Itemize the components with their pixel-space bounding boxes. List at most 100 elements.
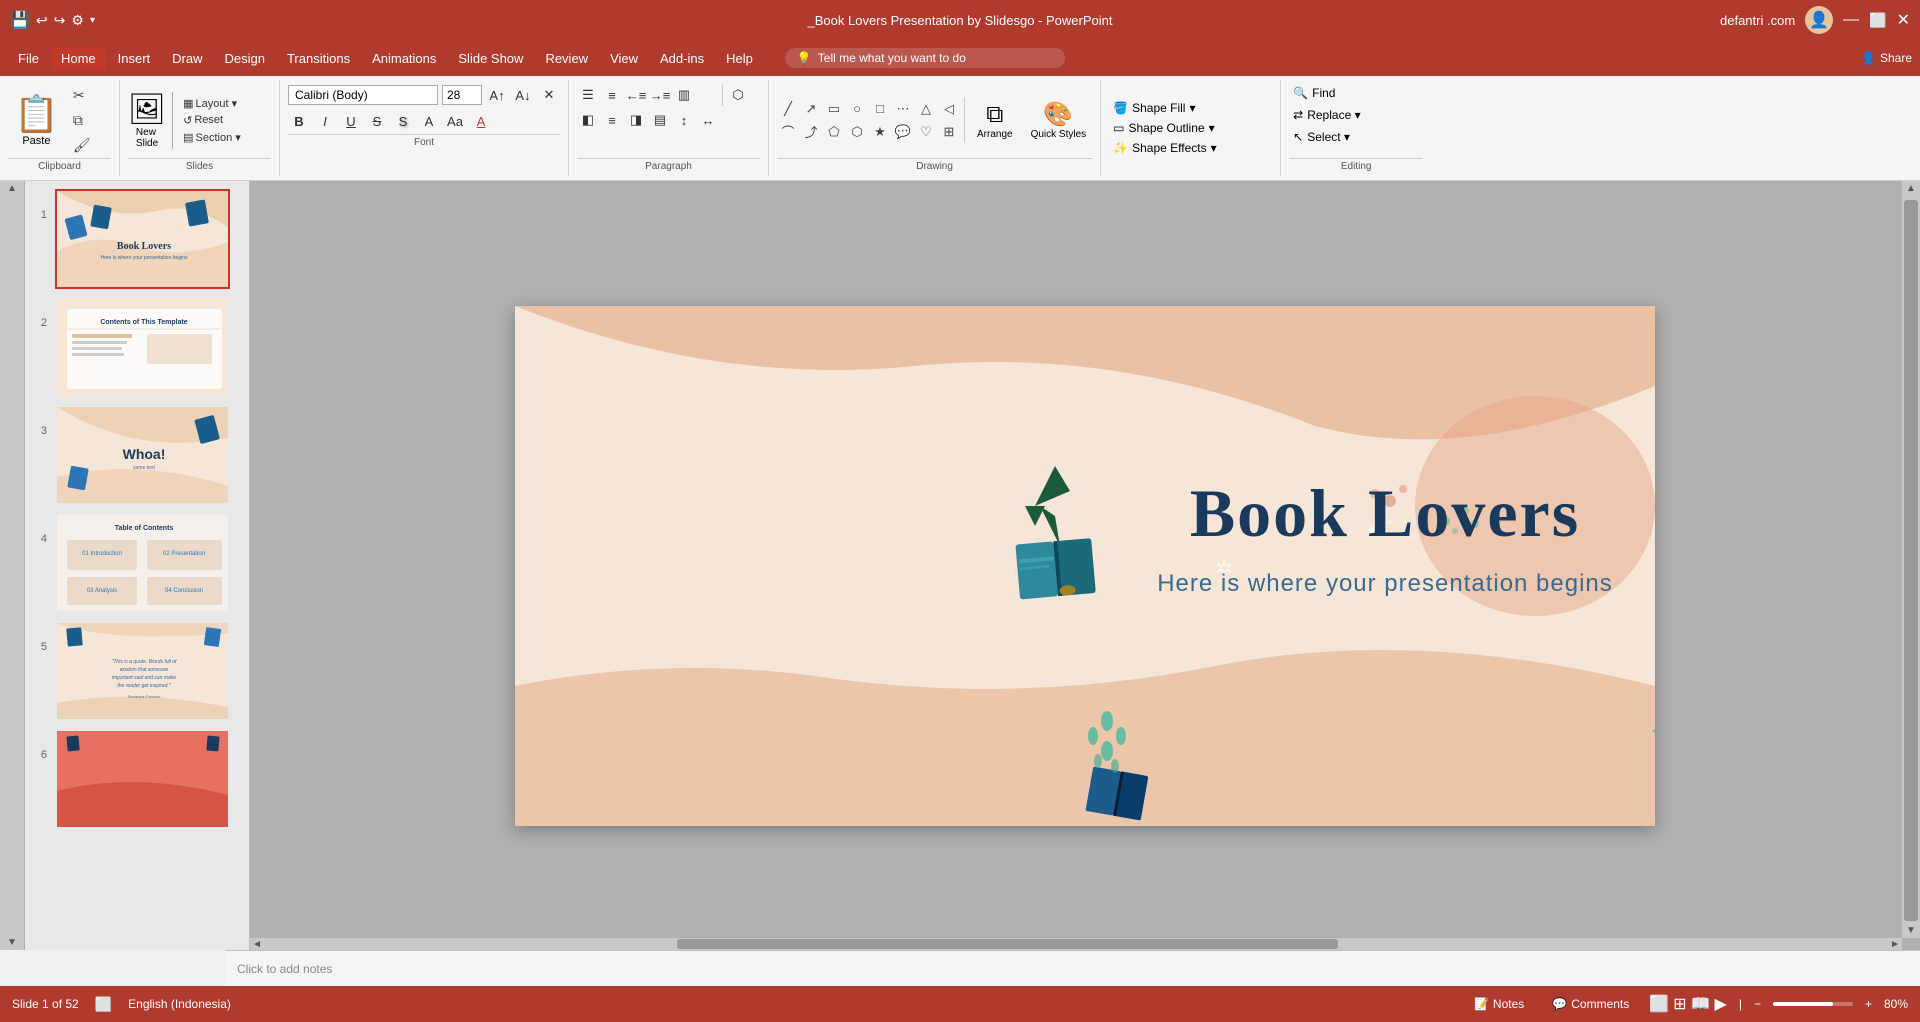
menu-design[interactable]: Design bbox=[215, 47, 275, 70]
layout-button[interactable]: ▦ Layout ▾ bbox=[179, 96, 245, 111]
vertical-scrollbar[interactable]: ▲ ▼ bbox=[1902, 181, 1920, 938]
slide-thumb-4[interactable]: Table of Contents 01 Introduction 02 Pre… bbox=[55, 513, 230, 613]
italic-button[interactable]: I bbox=[314, 110, 336, 132]
shape-rect[interactable]: ▭ bbox=[823, 98, 845, 120]
shape-expand[interactable]: ⊞ bbox=[938, 121, 960, 143]
columns-button[interactable]: ▥ bbox=[673, 84, 695, 106]
shape-star[interactable]: ★ bbox=[869, 121, 891, 143]
slide-thumb-1[interactable]: Book Lovers Here is where your presentat… bbox=[55, 189, 230, 289]
bold-button[interactable]: B bbox=[288, 110, 310, 132]
slide-thumb-5[interactable]: "This is a quote. Words full of wisdom t… bbox=[55, 621, 230, 721]
shape-arrow[interactable]: ↗ bbox=[800, 98, 822, 120]
menu-review[interactable]: Review bbox=[535, 47, 598, 70]
share-button[interactable]: 👤 Share bbox=[1861, 51, 1912, 65]
menu-view[interactable]: View bbox=[600, 47, 648, 70]
menu-file[interactable]: File bbox=[8, 47, 49, 70]
shape-tri2[interactable]: ◁ bbox=[938, 98, 960, 120]
close-button[interactable]: ✕ bbox=[1897, 10, 1910, 30]
shape-pentagon[interactable]: ⬠ bbox=[823, 121, 845, 143]
reset-button[interactable]: ↺ Reset bbox=[179, 113, 245, 128]
shape-circle[interactable]: ○ bbox=[846, 98, 868, 120]
redo-icon[interactable]: ↪ bbox=[54, 12, 66, 29]
text-direction-button[interactable]: ↔ bbox=[697, 109, 719, 131]
font-color-button[interactable]: A bbox=[470, 110, 492, 132]
save-icon[interactable]: 💾 bbox=[10, 10, 30, 30]
notes-button[interactable]: 📝 Notes bbox=[1466, 995, 1532, 1013]
slide-thumb-3[interactable]: Whoa! some text bbox=[55, 405, 230, 505]
menu-home[interactable]: Home bbox=[51, 47, 106, 70]
slide-item-1[interactable]: 1 Book Lovers Here is where your present… bbox=[31, 189, 243, 289]
shape-square[interactable]: □ bbox=[869, 98, 891, 120]
shadow-button[interactable]: S bbox=[392, 110, 414, 132]
reading-view-button[interactable]: 📖 bbox=[1691, 994, 1711, 1014]
tell-me-bar[interactable]: 💡 Tell me what you want to do bbox=[785, 48, 1065, 68]
slide-item-6[interactable]: 6 bbox=[31, 729, 243, 829]
zoom-in-button[interactable]: + bbox=[1865, 997, 1872, 1011]
shape-callout[interactable]: 💬 bbox=[892, 121, 914, 143]
shape-fill-dropdown-icon[interactable]: ▾ bbox=[1189, 101, 1195, 115]
scroll-down-icon[interactable]: ▼ bbox=[7, 937, 17, 948]
menu-slideshow[interactable]: Slide Show bbox=[448, 47, 533, 70]
select-button[interactable]: ↖ Select ▾ bbox=[1289, 128, 1423, 146]
shape-hexagon[interactable]: ⬡ bbox=[846, 121, 868, 143]
slideshow-button[interactable]: ▶ bbox=[1715, 994, 1727, 1014]
clear-format-button[interactable]: ✕ bbox=[538, 84, 560, 106]
menu-addins[interactable]: Add-ins bbox=[650, 47, 714, 70]
scroll-up-arrow[interactable]: ▲ bbox=[1904, 181, 1918, 196]
slide-item-4[interactable]: 4 Table of Contents 01 Introduction 02 P… bbox=[31, 513, 243, 613]
shape-effects-dropdown-icon[interactable]: ▾ bbox=[1211, 141, 1217, 155]
font-name-input[interactable] bbox=[288, 85, 438, 105]
scroll-down-arrow[interactable]: ▼ bbox=[1904, 923, 1918, 938]
new-slide-button[interactable]: 🖼 NewSlide bbox=[128, 92, 173, 149]
horizontal-scrollbar[interactable]: ◄ ► bbox=[250, 938, 1902, 950]
align-center-button[interactable]: ≡ bbox=[601, 109, 623, 131]
section-button[interactable]: ▤ Section ▾ bbox=[179, 130, 245, 145]
scroll-up-icon[interactable]: ▲ bbox=[7, 183, 17, 194]
arrange-button[interactable]: ⧉ Arrange bbox=[969, 99, 1021, 142]
minimize-button[interactable]: — bbox=[1843, 11, 1859, 29]
bullets-button[interactable]: ☰ bbox=[577, 84, 599, 106]
slide-item-2[interactable]: 2 Contents of This Template bbox=[31, 297, 243, 397]
shape-curve[interactable]: ⌒ bbox=[777, 121, 799, 143]
paste-button[interactable]: 📋 Paste bbox=[8, 91, 65, 149]
slide-sorter-button[interactable]: ⊞ bbox=[1673, 994, 1686, 1014]
align-left-button[interactable]: ◧ bbox=[577, 109, 599, 131]
zoom-slider[interactable] bbox=[1773, 1002, 1853, 1006]
increase-indent-button[interactable]: →≡ bbox=[649, 84, 671, 106]
align-right-button[interactable]: ◨ bbox=[625, 109, 647, 131]
justify-button[interactable]: ▤ bbox=[649, 109, 671, 131]
shape-more[interactable]: ⋯ bbox=[892, 98, 914, 120]
shape-effects-button[interactable]: ✨ Shape Effects ▾ bbox=[1109, 138, 1272, 158]
case-changer-button[interactable]: Aa bbox=[444, 110, 466, 132]
underline-button[interactable]: U bbox=[340, 110, 362, 132]
slide-item-3[interactable]: 3 Whoa! some text bbox=[31, 405, 243, 505]
menu-help[interactable]: Help bbox=[716, 47, 763, 70]
accessibility-icon[interactable]: ⬜ bbox=[95, 996, 112, 1013]
menu-draw[interactable]: Draw bbox=[162, 47, 212, 70]
cut-button[interactable]: ✂ bbox=[69, 85, 95, 106]
shape-line[interactable]: ╱ bbox=[777, 98, 799, 120]
strikethrough-button[interactable]: S bbox=[366, 110, 388, 132]
menu-animations[interactable]: Animations bbox=[362, 47, 446, 70]
line-spacing-button[interactable]: ↕ bbox=[673, 109, 695, 131]
restore-button[interactable]: ⬜ bbox=[1869, 12, 1886, 29]
zoom-level[interactable]: 80% bbox=[1884, 997, 1908, 1011]
zoom-out-button[interactable]: − bbox=[1754, 997, 1761, 1011]
normal-view-button[interactable]: ⬜ bbox=[1649, 994, 1669, 1014]
find-button[interactable]: 🔍 Find bbox=[1289, 84, 1423, 102]
decrease-font-button[interactable]: A↓ bbox=[512, 84, 534, 106]
shape-outline-button[interactable]: ▭ Shape Outline ▾ bbox=[1109, 118, 1272, 138]
decrease-indent-button[interactable]: ←≡ bbox=[625, 84, 647, 106]
slide-item-5[interactable]: 5 "This is a quote. Words full of wisdom… bbox=[31, 621, 243, 721]
char-spacing-button[interactable]: A bbox=[418, 110, 440, 132]
comments-button[interactable]: 💬 Comments bbox=[1544, 995, 1637, 1013]
shape-connector[interactable]: ⤴ bbox=[800, 121, 822, 143]
main-slide[interactable]: ✦ ✦ ✦ ✲ bbox=[515, 306, 1655, 826]
dropdown-icon[interactable]: ▾ bbox=[90, 15, 95, 26]
scroll-left-arrow[interactable]: ◄ bbox=[250, 939, 264, 950]
shape-fill-button[interactable]: 🪣 Shape Fill ▾ bbox=[1109, 98, 1272, 118]
slide-panel-scroll[interactable]: ▲ ▼ bbox=[0, 181, 25, 950]
menu-insert[interactable]: Insert bbox=[108, 47, 161, 70]
convert-to-smartart-button[interactable]: ⬡ bbox=[727, 84, 749, 106]
format-painter-button[interactable]: 🖌 bbox=[69, 135, 95, 156]
